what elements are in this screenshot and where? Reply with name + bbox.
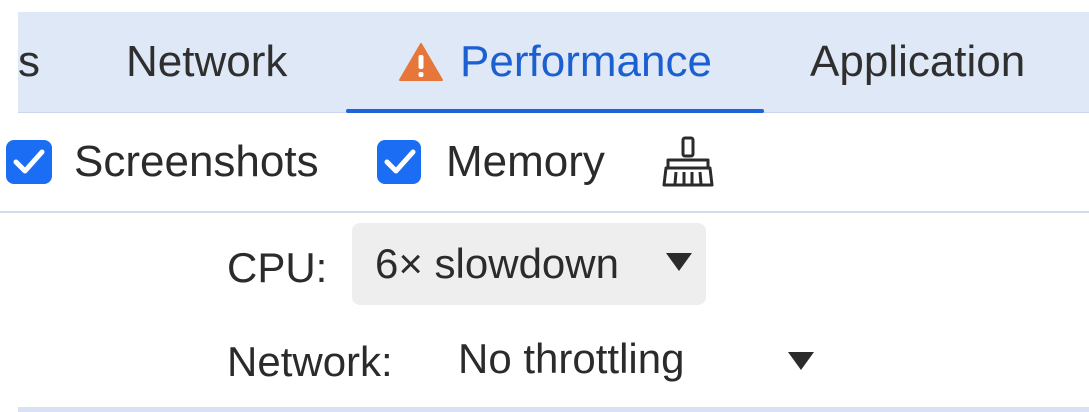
checkmark-icon (384, 149, 416, 174)
tab-performance-label: Performance (460, 37, 712, 86)
network-throttling-label: Network: (227, 338, 393, 385)
cpu-label: CPU: (227, 244, 328, 291)
capture-options-toolbar: Screenshots Memory (0, 113, 1089, 213)
checkmark-icon (13, 149, 45, 174)
divider (18, 407, 1089, 412)
tab-network-label: Network (126, 37, 288, 86)
screenshots-checkbox[interactable] (6, 140, 52, 184)
throttling-settings: CPU: 6× slowdown Network: No throttling (0, 214, 1089, 408)
chevron-down-icon (788, 352, 814, 370)
broom-icon[interactable] (660, 136, 716, 188)
network-throttling-value: No throttling (458, 335, 685, 382)
devtools-panel: s Network Performance Application Screen… (0, 0, 1089, 412)
screenshots-label[interactable]: Screenshots (74, 113, 319, 211)
chevron-down-icon (666, 253, 692, 271)
cpu-throttling-select[interactable]: 6× slowdown (352, 223, 706, 305)
tab-application[interactable]: Application (810, 12, 1025, 112)
tab-performance[interactable]: Performance (346, 12, 764, 113)
memory-label[interactable]: Memory (446, 113, 605, 211)
memory-checkbox[interactable] (377, 140, 421, 184)
cpu-throttling-value: 6× slowdown (375, 240, 619, 287)
tab-application-label: Application (810, 37, 1026, 86)
tab-network[interactable]: Network (126, 12, 287, 112)
tab-partial[interactable]: s (18, 12, 40, 112)
warning-triangle-icon (399, 43, 444, 81)
devtools-tab-bar: s Network Performance Application (18, 12, 1089, 113)
tab-partial-label: s (18, 37, 40, 86)
network-throttling-select[interactable]: No throttling (440, 318, 840, 400)
